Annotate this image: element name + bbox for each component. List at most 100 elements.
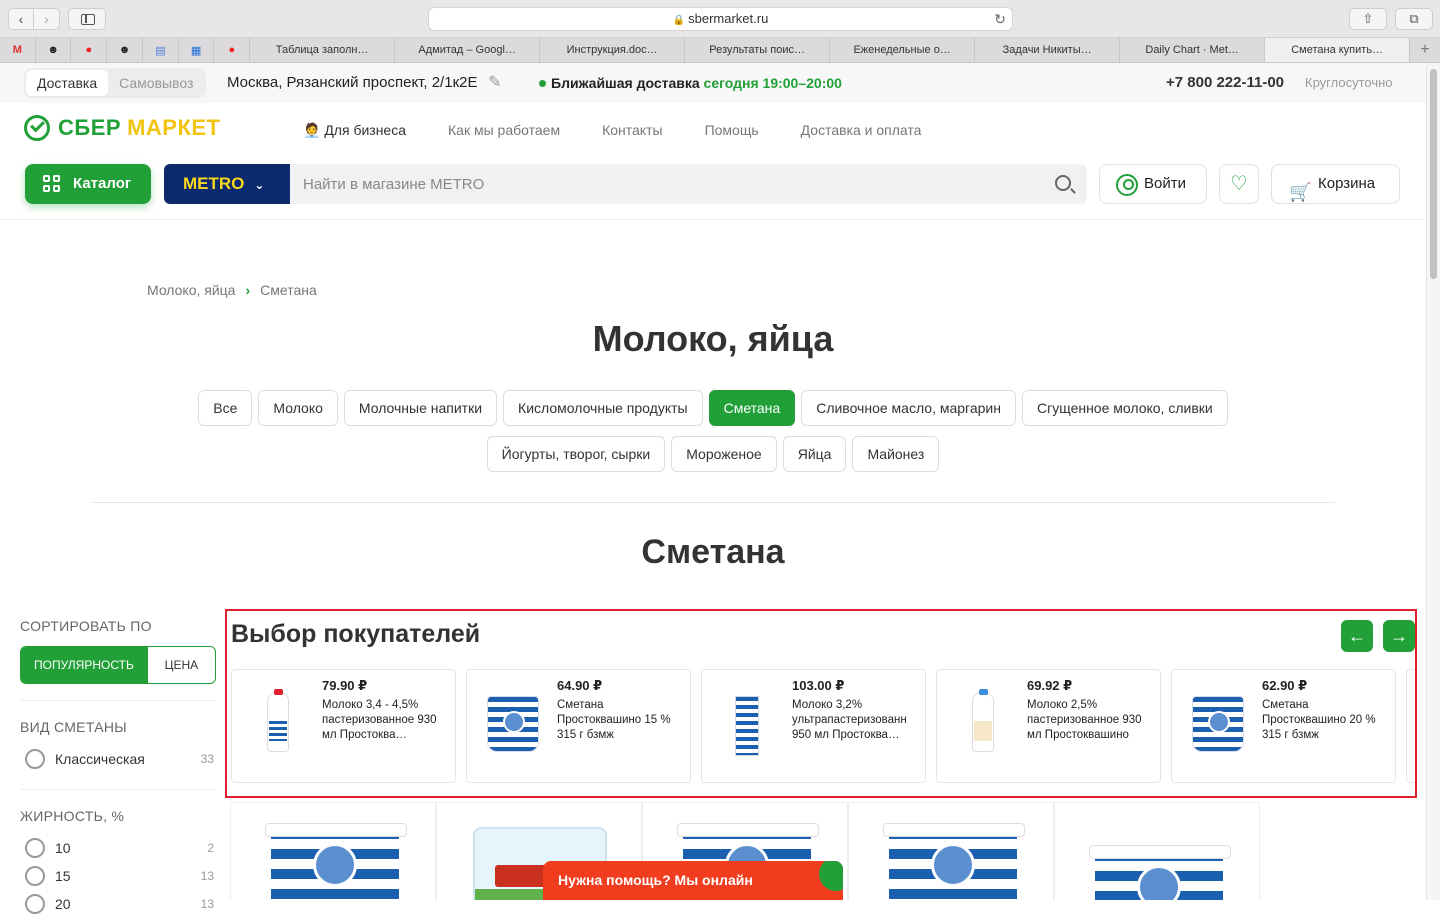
sort-price-button[interactable]: ЦЕНА: [146, 647, 215, 683]
nearest-delivery-label: Ближайшая доставка: [551, 75, 700, 91]
share-button[interactable]: ⇧: [1349, 8, 1387, 30]
gmail-icon[interactable]: M: [0, 38, 36, 62]
chip-yogurts[interactable]: Йогурты, творог, сырки: [486, 436, 666, 472]
address-bar[interactable]: 🔒 sbermarket.ru ↻: [428, 7, 1013, 31]
customers-choice-carousel: Выбор покупателей ← → 79.90 ₽ Молоко 3,4…: [225, 609, 1417, 798]
product-name: Сметана Простоквашино 20 % 315 г бзмж: [1262, 699, 1376, 741]
login-button[interactable]: Войти: [1099, 164, 1207, 204]
browser-tab[interactable]: Еженедельные о…: [830, 38, 976, 62]
carousel-next-button[interactable]: →: [1383, 620, 1415, 652]
radio-button[interactable]: [25, 894, 45, 914]
trello-icon[interactable]: ▦: [179, 38, 215, 62]
product-price: 62.90 ₽: [1262, 678, 1308, 693]
support-hours: Круглосуточно: [1305, 75, 1393, 90]
user-icon[interactable]: ☻: [107, 38, 143, 62]
product-card[interactable]: 69.92 ₽ Молоко 2,5% пастеризованное 930 …: [936, 669, 1161, 783]
breadcrumb-parent[interactable]: Молоко, яйца: [147, 282, 235, 298]
subcategory-chips: Все Молоко Молочные напитки Кисломолочны…: [0, 390, 1426, 482]
red-circle-icon[interactable]: ●: [71, 38, 108, 62]
nav-contacts-link[interactable]: Контакты: [602, 122, 662, 139]
filter-option[interactable]: 15 13: [25, 862, 216, 890]
browser-tab[interactable]: Daily Chart · Met…: [1120, 38, 1266, 62]
radio-button[interactable]: [25, 838, 45, 858]
chip-milk-drinks[interactable]: Молочные напитки: [343, 390, 498, 426]
chip-row: Все Молоко Молочные напитки Кисломолочны…: [0, 390, 1426, 426]
store-selector[interactable]: METRO ⌄: [164, 164, 290, 204]
mode-pickup-button[interactable]: Самовывоз: [108, 70, 204, 96]
nav-business-link[interactable]: 🧑‍💼 Для бизнеса: [303, 122, 406, 139]
page-scrollbar[interactable]: [1426, 63, 1440, 900]
product-tile[interactable]: [1054, 802, 1260, 900]
nav-delivery-link[interactable]: Доставка и оплата: [801, 122, 922, 139]
radio-button[interactable]: [25, 866, 45, 886]
radio-button[interactable]: [25, 749, 45, 769]
chip-mayonnaise[interactable]: Майонез: [852, 436, 940, 472]
store-name: METRO: [183, 174, 245, 193]
forward-button[interactable]: ›: [34, 8, 60, 30]
cart-button[interactable]: 🛒 Корзина: [1271, 164, 1400, 204]
site-logo[interactable]: СБЕР МАРКЕТ: [24, 114, 221, 142]
browser-tab[interactable]: Инструкция.doc…: [540, 38, 686, 62]
product-card[interactable]: 79.90 ₽ Молоко 3,4 - 4,5% пастеризованно…: [231, 669, 456, 783]
chip-sour-cream[interactable]: Сметана: [708, 390, 796, 426]
filter-option-label: 20: [55, 896, 71, 912]
chat-icon: [819, 861, 843, 891]
chip-ice-cream[interactable]: Мороженое: [671, 436, 777, 472]
login-label: Войти: [1144, 175, 1186, 192]
filter-option[interactable]: 20 13: [25, 890, 216, 918]
status-dot-icon: [539, 80, 546, 87]
new-tab-button[interactable]: +: [1410, 38, 1440, 62]
nav-help-link[interactable]: Помощь: [705, 122, 759, 139]
browser-tab[interactable]: Таблица заполн…: [250, 38, 396, 62]
search-icon[interactable]: [1055, 175, 1071, 191]
product-price: 69.92 ₽: [1027, 678, 1073, 693]
product-tile[interactable]: [848, 802, 1054, 900]
chip-all[interactable]: Все: [198, 390, 253, 426]
product-card[interactable]: 62.90 ₽ Сметана Простоквашино 20 % 315 г…: [1171, 669, 1396, 783]
product-card-partial[interactable]: [1406, 669, 1415, 783]
chip-butter[interactable]: Сливочное масло, маргарин: [801, 390, 1016, 426]
reload-icon[interactable]: ↻: [994, 8, 1006, 30]
docs-icon[interactable]: ▤: [143, 38, 179, 62]
product-tile[interactable]: [230, 802, 436, 900]
browser-tab[interactable]: Адмитад – Googl…: [395, 38, 541, 62]
search-box: [290, 164, 1087, 204]
delivery-address[interactable]: Москва, Рязанский проспект, 2/1к2Е: [227, 63, 477, 103]
back-button[interactable]: ‹: [8, 8, 34, 30]
scrollbar-thumb[interactable]: [1430, 69, 1437, 279]
product-card[interactable]: 103.00 ₽ Молоко 3,2% ультрапастеризованн…: [701, 669, 926, 783]
breadcrumb-current: Сметана: [260, 282, 317, 298]
browser-tab[interactable]: Задачи Никиты…: [975, 38, 1121, 62]
product-card[interactable]: 64.90 ₽ Сметана Простоквашино 15 % 315 г…: [466, 669, 691, 783]
mode-delivery-button[interactable]: Доставка: [26, 70, 109, 96]
chip-milk[interactable]: Молоко: [258, 390, 338, 426]
edit-address-icon[interactable]: ✎: [488, 63, 501, 103]
filter-option[interactable]: 10 2: [25, 834, 216, 862]
support-phone[interactable]: +7 800 222-11-00: [1166, 63, 1284, 103]
sidebar-toggle-button[interactable]: [68, 8, 106, 30]
filter-option[interactable]: Классическая 33: [25, 745, 216, 773]
browser-tab[interactable]: Результаты поис…: [685, 38, 831, 62]
arrow-right-icon: →: [1390, 626, 1408, 646]
catalog-button[interactable]: Каталог: [25, 164, 151, 204]
search-input[interactable]: [303, 164, 1043, 204]
filter-option-count: 33: [200, 752, 214, 766]
red-circle-icon[interactable]: ●: [214, 38, 251, 62]
user-icon[interactable]: ☻: [36, 38, 72, 62]
url-text: sbermarket.ru: [688, 11, 769, 26]
product-image: [952, 682, 1014, 758]
sort-toggle: ПОПУЛЯРНОСТЬ ЦЕНА: [20, 646, 216, 684]
sort-popular-button[interactable]: ПОПУЛЯРНОСТЬ: [21, 647, 147, 683]
product-image: [883, 823, 1025, 900]
tab-overview-button[interactable]: ⧉: [1395, 8, 1433, 30]
nav-how-we-work-link[interactable]: Как мы работаем: [448, 122, 560, 139]
help-chat-bar[interactable]: Нужна помощь? Мы онлайн: [543, 861, 843, 900]
chip-eggs[interactable]: Яйца: [782, 436, 847, 472]
chip-sour-milk[interactable]: Кисломолочные продукты: [503, 390, 703, 426]
favorites-button[interactable]: ♡: [1219, 164, 1259, 204]
nearest-delivery-time: сегодня 19:00–20:00: [703, 75, 842, 91]
chip-condensed-milk[interactable]: Сгущенное молоко, сливки: [1021, 390, 1228, 426]
carousel-prev-button[interactable]: ←: [1341, 620, 1373, 652]
browser-tab-active[interactable]: Сметана купить…: [1265, 38, 1411, 62]
product-name: Сметана Простоквашино 15 % 315 г бзмж: [557, 699, 671, 741]
